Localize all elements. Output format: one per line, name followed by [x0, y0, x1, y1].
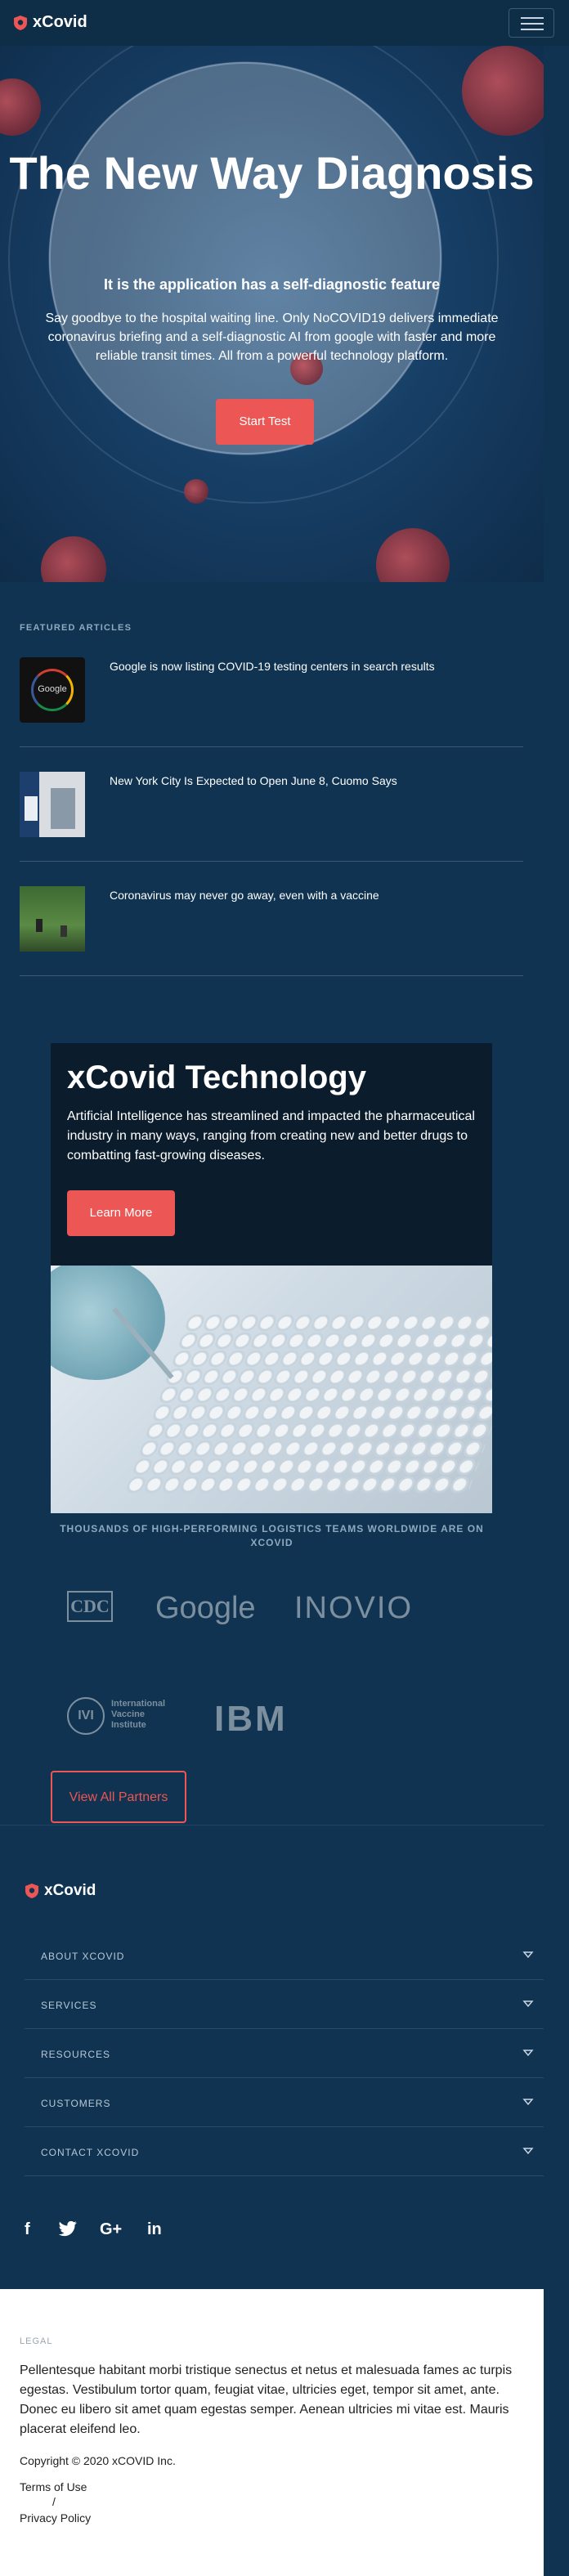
accordion-label: ABOUT XCOVID	[41, 1951, 125, 1962]
hero-title: The New Way Diagnosis	[9, 147, 535, 199]
article-thumbnail: Google	[20, 657, 85, 723]
featured-articles-label: FEATURED ARTICLES	[20, 623, 132, 633]
article-item[interactable]: Coronavirus may never go away, even with…	[20, 886, 523, 976]
hero-description: Say goodbye to the hospital waiting line…	[45, 311, 499, 363]
accordion-label: CONTACT XCOVID	[41, 2147, 140, 2158]
accordion-label: CUSTOMERS	[41, 2098, 111, 2109]
partners-label: THOUSANDS OF HIGH-PERFORMING LOGISTICS T…	[60, 1523, 484, 1548]
technology-title: xCovid Technology	[67, 1060, 366, 1095]
hero-section: The New Way Diagnosis It is the applicat…	[0, 46, 544, 582]
legal-label: LEGAL	[20, 2336, 53, 2346]
article-item[interactable]: Google Google is now listing COVID-19 te…	[20, 657, 523, 747]
inovio-logo: INOVIO	[294, 1591, 414, 1625]
technology-card: xCovid Technology Artificial Intelligenc…	[51, 1043, 492, 1513]
hero-subtitle: It is the application has a self-diagnos…	[103, 276, 441, 293]
article-title[interactable]: New York City Is Expected to Open June 8…	[110, 773, 502, 788]
footer-brand-name: xCovid	[44, 1882, 96, 1899]
legal-separator: /	[52, 2495, 56, 2508]
brand-logo[interactable]: xCovid	[13, 13, 87, 32]
virus-graphic	[0, 78, 41, 136]
legal-section: LEGAL Pellentesque habitant morbi tristi…	[0, 2289, 544, 2576]
article-title[interactable]: Google is now listing COVID-19 testing c…	[110, 659, 502, 674]
cdc-logo: CDC	[67, 1591, 113, 1622]
footer-brand-logo[interactable]: xCovid	[25, 1882, 96, 1900]
footer-accordion-services[interactable]: SERVICES	[25, 1980, 544, 2029]
shield-icon	[25, 1884, 38, 1898]
chevron-down-icon	[522, 2050, 534, 2057]
article-thumbnail	[20, 772, 85, 837]
facebook-icon[interactable]: f	[25, 2220, 30, 2239]
footer-accordion-about[interactable]: ABOUT XCOVID	[25, 1931, 544, 1980]
twitter-icon[interactable]	[59, 2220, 77, 2237]
technology-text: Artificial Intelligence has streamlined …	[67, 1109, 475, 1163]
start-test-button[interactable]: Start Test	[216, 399, 314, 445]
privacy-policy-link[interactable]: Privacy Policy	[20, 2511, 91, 2524]
article-thumbnail	[20, 886, 85, 952]
hamburger-icon	[521, 17, 544, 19]
chevron-down-icon	[522, 2099, 534, 2106]
terms-of-use-link[interactable]: Terms of Use	[20, 2480, 87, 2493]
article-item[interactable]: New York City Is Expected to Open June 8…	[20, 772, 523, 862]
chevron-down-icon	[522, 2000, 534, 2008]
chevron-down-icon	[522, 1951, 534, 1959]
menu-toggle-button[interactable]	[509, 8, 554, 38]
lab-image	[51, 1266, 492, 1513]
ibm-logo: IBM	[214, 1699, 288, 1739]
learn-more-button[interactable]: Learn More	[67, 1190, 175, 1236]
ivi-logo-emblem: IVI	[67, 1697, 105, 1735]
footer-divider	[0, 1825, 544, 1826]
ivi-logo: International Vaccine Institute	[111, 1699, 166, 1730]
legal-text: Pellentesque habitant morbi tristique se…	[20, 2363, 513, 2436]
accordion-label: SERVICES	[41, 2000, 97, 2011]
chevron-down-icon	[522, 2148, 534, 2155]
footer-accordion-customers[interactable]: CUSTOMERS	[25, 2078, 544, 2127]
google-plus-icon[interactable]: G+	[100, 2220, 122, 2239]
brand-name: xCovid	[33, 13, 87, 31]
article-title[interactable]: Coronavirus may never go away, even with…	[110, 888, 502, 903]
copyright-text: Copyright © 2020 xCOVID Inc.	[20, 2454, 176, 2467]
google-partner-logo: Google	[155, 1591, 256, 1625]
view-all-partners-button[interactable]: View All Partners	[51, 1771, 186, 1823]
footer-accordion-contact[interactable]: CONTACT XCOVID	[25, 2127, 544, 2176]
linkedin-icon[interactable]: in	[147, 2220, 162, 2239]
google-logo: Google	[38, 684, 67, 694]
accordion-label: RESOURCES	[41, 2049, 111, 2060]
footer-accordion-resources[interactable]: RESOURCES	[25, 2029, 544, 2078]
shield-icon	[14, 15, 27, 30]
top-navbar: xCovid	[0, 0, 569, 46]
